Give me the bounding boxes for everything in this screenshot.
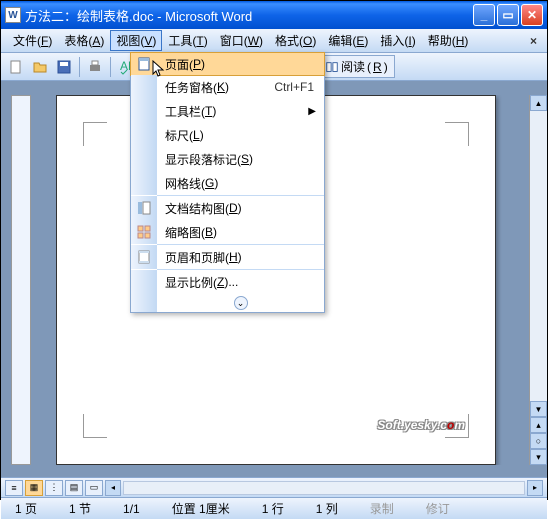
prev-page-button[interactable]: ▴ xyxy=(530,417,547,433)
read-mode-button[interactable]: 阅读(R) xyxy=(318,55,395,78)
margin-marker-bl xyxy=(83,414,107,438)
margin-marker-tl xyxy=(83,122,107,146)
maximize-button[interactable]: ▭ xyxy=(497,4,519,26)
scroll-right-button[interactable]: ▸ xyxy=(527,480,543,496)
open-button[interactable] xyxy=(29,56,51,78)
web-view-button[interactable]: ▤ xyxy=(65,480,83,496)
menubar: 文件(F)表格(A)视图(V)工具(T)窗口(W)格式(O)编辑(E)插入(I)… xyxy=(1,29,547,53)
menu-item-显示比例[interactable]: 显示比例(Z)... xyxy=(131,270,324,294)
reading-view-button[interactable]: ▭ xyxy=(85,480,103,496)
status-position: 位置 1厘米 xyxy=(166,500,236,517)
menu-表格[interactable]: 表格(A) xyxy=(58,30,110,51)
menu-item-页面[interactable]: 页面(P) xyxy=(130,52,325,76)
save-button[interactable] xyxy=(53,56,75,78)
minimize-button[interactable]: _ xyxy=(473,4,495,26)
scroll-down-button[interactable]: ▼ xyxy=(530,401,547,417)
statusbar: 1 页 1 节 1/1 位置 1厘米 1 行 1 列 录制 修订 xyxy=(1,497,547,519)
menu-窗口[interactable]: 窗口(W) xyxy=(214,30,269,51)
vertical-scrollbar[interactable]: ▲ ▼ ▴ ○ ▾ xyxy=(529,95,547,465)
status-pages: 1/1 xyxy=(117,502,146,516)
menu-视图[interactable]: 视图(V) xyxy=(110,30,162,51)
scroll-left-button[interactable]: ◂ xyxy=(105,480,121,496)
page-layout-icon xyxy=(131,53,157,75)
titlebar: W 方法二：绘制表格.doc - Microsoft Word _ ▭ ✕ xyxy=(1,1,547,29)
menu-格式[interactable]: 格式(O) xyxy=(269,30,322,51)
outline-view-button[interactable]: ⋮ xyxy=(45,480,63,496)
menu-item-页眉和页脚[interactable]: 页眉和页脚(H) xyxy=(131,245,324,269)
status-line: 1 行 xyxy=(256,500,290,517)
menu-帮助[interactable]: 帮助(H) xyxy=(422,30,475,51)
menu-item-工具栏[interactable]: 工具栏(T)▶ xyxy=(131,99,324,123)
menu-编辑[interactable]: 编辑(E) xyxy=(322,30,374,51)
menu-item-标尺[interactable]: 标尺(L) xyxy=(131,123,324,147)
menu-expand-button[interactable]: ⌄ xyxy=(131,294,324,312)
normal-view-button[interactable]: ≡ xyxy=(5,480,23,496)
scroll-up-button[interactable]: ▲ xyxy=(530,95,547,111)
header-footer-icon xyxy=(131,245,157,269)
docmap-icon xyxy=(131,196,157,220)
close-button[interactable]: ✕ xyxy=(521,4,543,26)
menu-item-文档结构图[interactable]: 文档结构图(D) xyxy=(131,196,324,220)
watermark: Soft.yesky.com xyxy=(377,416,465,434)
print-button[interactable] xyxy=(84,56,106,78)
doc-close-button[interactable]: × xyxy=(526,34,541,48)
menu-item-缩略图[interactable]: 缩略图(B) xyxy=(131,220,324,244)
view-mode-bar: ≡ ▦ ⋮ ▤ ▭ ◂ ▸ xyxy=(1,477,547,497)
menu-插入[interactable]: 插入(I) xyxy=(374,30,421,51)
browse-object-button[interactable]: ○ xyxy=(530,433,547,449)
page-layout-view-button[interactable]: ▦ xyxy=(25,480,43,496)
menu-文件[interactable]: 文件(F) xyxy=(7,30,58,51)
next-page-button[interactable]: ▾ xyxy=(530,449,547,465)
app-icon: W xyxy=(5,7,21,23)
menu-item-网格线[interactable]: 网格线(G) xyxy=(131,171,324,195)
menu-工具[interactable]: 工具(T) xyxy=(162,30,213,51)
menu-item-显示段落标记[interactable]: 显示段落标记(S) xyxy=(131,147,324,171)
margin-marker-tr xyxy=(445,122,469,146)
menu-item-任务窗格[interactable]: 任务窗格(K)Ctrl+F1 xyxy=(131,75,324,99)
vertical-ruler[interactable] xyxy=(11,95,31,465)
thumbs-icon xyxy=(131,220,157,244)
status-record: 录制 xyxy=(364,500,400,517)
status-page: 1 页 xyxy=(9,500,43,517)
status-col: 1 列 xyxy=(310,500,344,517)
new-doc-button[interactable] xyxy=(5,56,27,78)
window-title: 方法二：绘制表格.doc - Microsoft Word xyxy=(25,6,473,25)
view-menu-dropdown: 页面(P)任务窗格(K)Ctrl+F1工具栏(T)▶标尺(L)显示段落标记(S)… xyxy=(130,52,325,313)
status-section: 1 节 xyxy=(63,500,97,517)
status-revision: 修订 xyxy=(420,500,456,517)
